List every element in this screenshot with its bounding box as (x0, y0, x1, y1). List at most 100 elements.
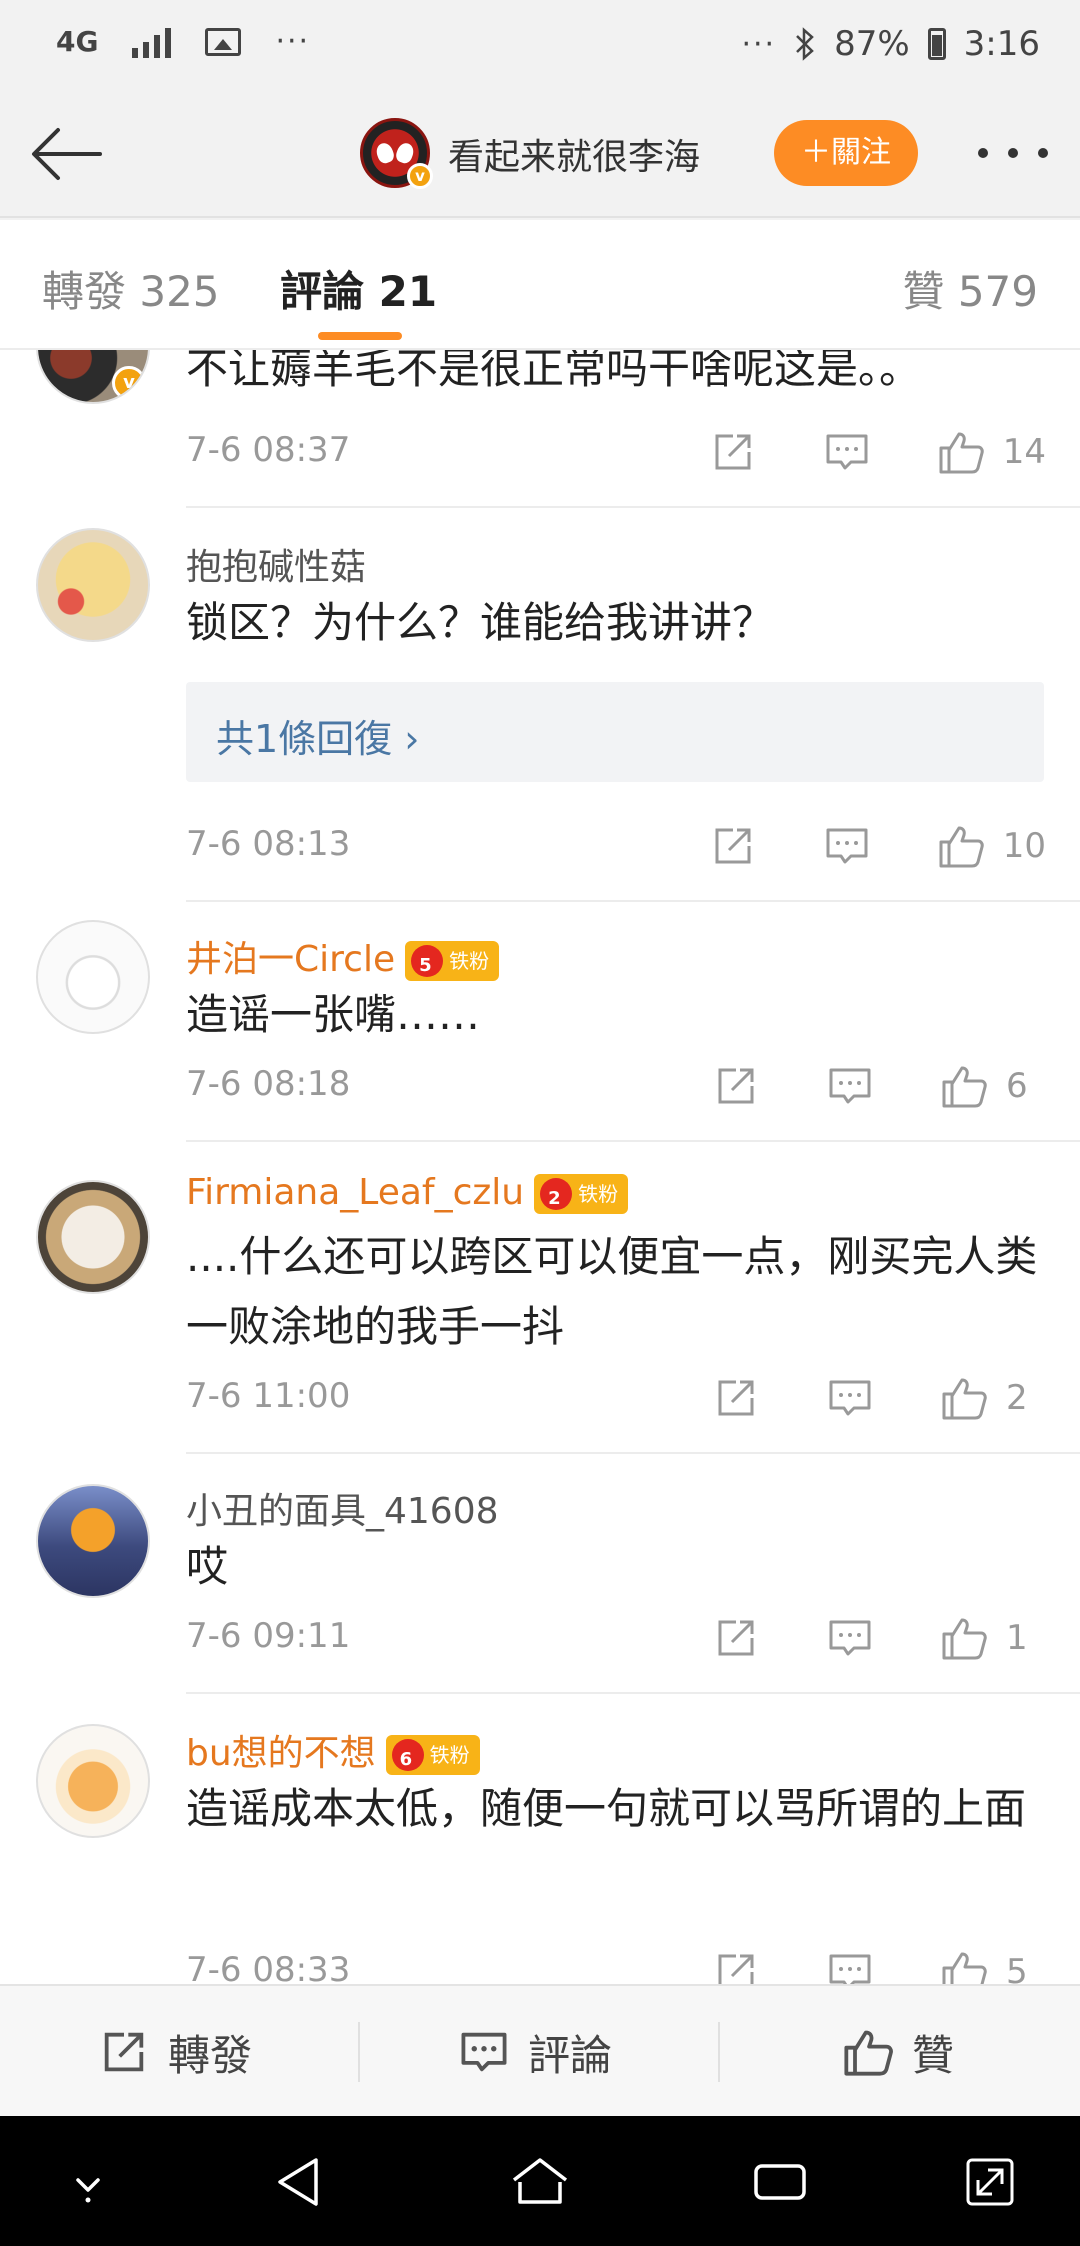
divider (186, 1140, 1080, 1142)
fan-level: 2 (548, 1188, 561, 1209)
system-nav-bar (0, 2116, 1080, 2246)
comment-icon[interactable] (823, 428, 871, 476)
commenter-name-text: 井泊一Circle (186, 939, 396, 980)
author-name[interactable]: 看起来就很李海 (448, 128, 700, 180)
commenter-name[interactable]: 抱抱碱性菇 (186, 538, 366, 590)
comment-meta: 7-6 08:13 10 (186, 816, 1046, 876)
comment-time: 7-6 09:11 (186, 1616, 351, 1656)
comment-text: ....什么还可以跨区可以便宜一点，刚买完人类一败涂地的我手一抖 (186, 1232, 1038, 1351)
comment-icon[interactable] (826, 1614, 874, 1662)
home-nav-icon[interactable] (508, 2150, 572, 2214)
commenter-avatar[interactable] (36, 1484, 150, 1598)
commenter-avatar[interactable] (36, 1180, 150, 1294)
fan-badge-label: 铁粉 (429, 1743, 470, 1767)
comment-list[interactable]: v 不让薅羊毛不是很正常吗干啥呢这是。。 7-6 08:37 14 抱抱碱性菇 … (0, 350, 1080, 1984)
comment-icon[interactable] (826, 1062, 874, 1110)
expand-icon[interactable] (958, 2150, 1022, 2214)
comment-meta: 7-6 08:33 5 (186, 1942, 1046, 1984)
comment-time: 7-6 11:00 (186, 1376, 351, 1416)
comment-time: 7-6 08:33 (186, 1950, 351, 1984)
commenter-name-text: Firmiana_Leaf_czlu (186, 1172, 525, 1213)
verified-icon: v (407, 163, 433, 189)
replies-link[interactable]: 共1條回復 › (186, 682, 1044, 782)
commenter-name[interactable]: bu想的不想 6 铁粉 (186, 1724, 480, 1776)
repost-icon (104, 2032, 144, 2072)
share-icon[interactable] (709, 428, 757, 476)
commenter-name[interactable]: Firmiana_Leaf_czlu 2 铁粉 (186, 1172, 629, 1214)
share-icon[interactable] (712, 1062, 760, 1110)
commenter-name[interactable]: 小丑的面具_41608 (186, 1482, 499, 1534)
like-icon[interactable] (940, 1614, 988, 1662)
commenter-avatar[interactable] (36, 920, 150, 1034)
like-icon[interactable] (937, 428, 985, 476)
comment-text: 锁区？为什么？谁能给我讲讲？ (186, 598, 775, 647)
comment-icon[interactable] (826, 1948, 874, 1984)
battery-percent: 87% (834, 24, 910, 64)
commenter-name[interactable]: 井泊一Circle 5 铁粉 (186, 930, 500, 982)
clock: 3:16 (963, 24, 1040, 64)
bluetooth-icon (796, 27, 814, 61)
gallery-icon (205, 27, 242, 56)
fan-badge-label: 铁粉 (449, 949, 490, 973)
network-type: 4G (56, 24, 99, 58)
more-notifications-icon: ··· (275, 24, 311, 59)
like-count: 1 (1006, 1618, 1028, 1658)
overflow-icon: ··· (741, 26, 777, 62)
comment-icon[interactable] (823, 822, 871, 870)
share-icon[interactable] (712, 1374, 760, 1422)
replies-count-label: 共1條回復 › (216, 717, 420, 761)
comment-icon[interactable] (826, 1374, 874, 1422)
fan-badge-label: 铁粉 (578, 1182, 619, 1206)
comment-meta: 7-6 11:00 2 (186, 1368, 1046, 1428)
tab-reposts[interactable]: 轉發 325 (42, 258, 220, 319)
like-label: 贊 (912, 2030, 955, 2080)
signal-icon (132, 26, 172, 58)
back-nav-icon[interactable] (268, 2150, 332, 2214)
divider (186, 1452, 1080, 1454)
like-count: 5 (1006, 1952, 1028, 1984)
comment-meta: 7-6 08:18 6 (186, 1056, 1046, 1116)
tab-bar: 轉發 325 評論 21 贊 579 (0, 220, 1080, 350)
repost-label: 轉發 (168, 2030, 253, 2080)
comment-button[interactable]: 評論 (458, 1986, 612, 2118)
more-options-icon[interactable] (978, 128, 1048, 178)
fan-badge: 2 铁粉 (534, 1174, 629, 1214)
share-icon[interactable] (712, 1948, 760, 1984)
comment-icon (461, 2032, 507, 2072)
repost-button[interactable]: 轉發 (98, 1986, 252, 2118)
tab-likes[interactable]: 贊 579 (902, 258, 1038, 319)
comment-meta: 7-6 09:11 1 (186, 1608, 1046, 1668)
comment-time: 7-6 08:13 (186, 824, 351, 864)
hide-keyboard-icon[interactable] (56, 2150, 120, 2214)
author-avatar[interactable]: v (360, 118, 433, 189)
comment-time: 7-6 08:18 (186, 1064, 351, 1104)
commenter-avatar[interactable] (36, 1724, 150, 1838)
divider (358, 2022, 360, 2082)
fan-badge: 6 铁粉 (385, 1735, 480, 1775)
like-button[interactable]: 贊 (842, 1986, 954, 2118)
share-icon[interactable] (709, 822, 757, 870)
like-icon[interactable] (940, 1374, 988, 1422)
divider (186, 506, 1080, 508)
back-arrow-icon[interactable] (28, 114, 108, 194)
recent-apps-icon[interactable] (748, 2150, 812, 2214)
comment-text: 不让薅羊毛不是很正常吗干啥呢这是。。 (186, 350, 922, 393)
status-bar: 4G ··· ··· 87% 3:16 (0, 0, 1080, 90)
comment-label: 評論 (528, 2030, 613, 2080)
like-icon[interactable] (940, 1062, 988, 1110)
like-count: 6 (1006, 1066, 1028, 1106)
share-icon[interactable] (712, 1614, 760, 1662)
comment-meta: 7-6 08:37 14 (186, 422, 1046, 482)
tab-comments[interactable]: 評論 21 (280, 258, 437, 319)
verified-icon: v (112, 366, 146, 400)
commenter-avatar[interactable] (36, 528, 150, 642)
divider (186, 1692, 1080, 1694)
comment-text: 造谣一张嘴…… (186, 990, 481, 1039)
follow-button[interactable]: ＋關注 (774, 120, 918, 186)
like-icon[interactable] (937, 822, 985, 870)
divider (718, 2022, 720, 2082)
like-icon[interactable] (940, 1948, 988, 1984)
active-tab-indicator (318, 332, 402, 340)
comment-text: 哎 (186, 1542, 229, 1591)
commenter-avatar[interactable]: v (36, 350, 150, 404)
